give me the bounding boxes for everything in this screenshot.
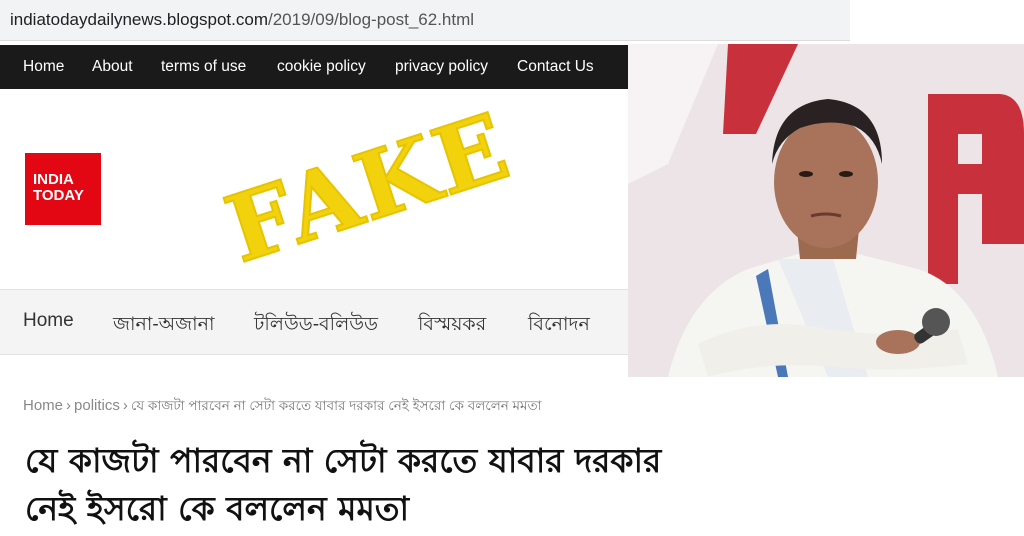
catnav-home[interactable]: Home bbox=[23, 310, 74, 332]
breadcrumb-politics[interactable]: politics bbox=[74, 397, 120, 414]
politician-photo bbox=[628, 44, 1024, 377]
article-headline: যে কাজটা পারবেন না সেটা করতে যাবার দরকার… bbox=[25, 437, 845, 533]
fake-stamp-graphic: FAKE bbox=[213, 91, 524, 285]
topnav-about-link[interactable]: About bbox=[92, 58, 133, 76]
url-text[interactable]: indiatodaydailynews.blogspot.com/2019/09… bbox=[10, 10, 474, 30]
fake-stamp-text: FAKE bbox=[214, 92, 523, 284]
browser-address-bar[interactable]: indiatodaydailynews.blogspot.com/2019/09… bbox=[0, 0, 850, 41]
topnav-contact-link[interactable]: Contact Us bbox=[517, 58, 594, 76]
catnav-tollywood-bollywood[interactable]: টলিউড-বলিউড bbox=[254, 310, 378, 342]
breadcrumb-home[interactable]: Home bbox=[23, 397, 63, 414]
breadcrumb: Home › politics › যে কাজটা পারবেন না সেটা কর… bbox=[23, 395, 542, 418]
topnav-terms-link[interactable]: terms of use bbox=[161, 58, 246, 76]
india-today-logo[interactable]: INDIA TODAY bbox=[25, 153, 101, 225]
category-navigation: Home জানা-অজানা টলিউড-বলিউড বিস্ময়কর বি… bbox=[0, 289, 628, 355]
headline-line-2: নেই ইসরো কে বললেন মমতা bbox=[25, 489, 410, 528]
catnav-binodon[interactable]: বিনোদন bbox=[528, 310, 590, 342]
headline-line-1: যে কাজটা পারবেন না সেটা করতে যাবার দরকার bbox=[25, 441, 662, 480]
topnav-privacy-link[interactable]: privacy policy bbox=[395, 58, 488, 76]
breadcrumb-separator: › bbox=[66, 397, 72, 414]
photo-illustration bbox=[628, 44, 1024, 377]
url-host: indiatodaydailynews.blogspot.com bbox=[10, 10, 268, 29]
fake-stamp: FAKE bbox=[211, 83, 524, 287]
topnav-home-link[interactable]: Home bbox=[23, 58, 64, 76]
url-path: /2019/09/blog-post_62.html bbox=[268, 10, 475, 29]
catnav-bismoykor[interactable]: বিস্ময়কর bbox=[418, 310, 486, 342]
site-header: INDIA TODAY FAKE bbox=[0, 89, 628, 289]
catnav-jana-ojana[interactable]: জানা-অজানা bbox=[113, 310, 215, 342]
breadcrumb-current: যে কাজটা পারবেন না সেটা করতে যাবার দরকার… bbox=[130, 398, 542, 413]
logo-line-2: TODAY bbox=[33, 187, 84, 204]
breadcrumb-separator: › bbox=[122, 397, 128, 414]
logo-line-1: INDIA bbox=[33, 171, 74, 188]
top-navigation-bar: Home About terms of use cookie policy pr… bbox=[0, 45, 628, 89]
topnav-cookie-link[interactable]: cookie policy bbox=[277, 58, 366, 76]
